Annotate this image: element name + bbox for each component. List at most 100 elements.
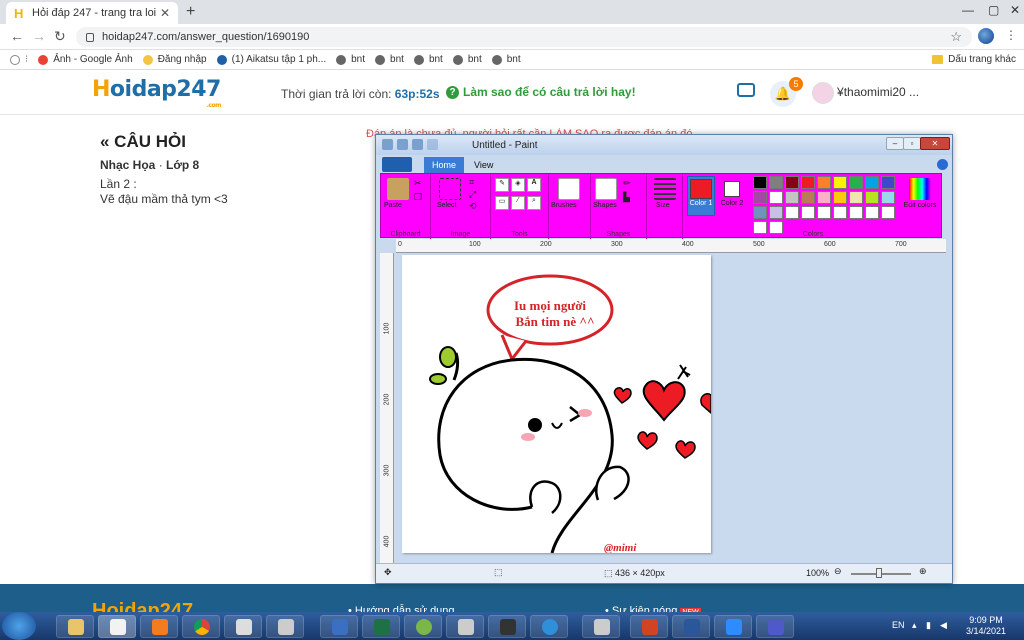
palette-swatch[interactable]	[769, 206, 783, 219]
reload-icon[interactable]: ↻	[54, 28, 66, 45]
bookmark-item[interactable]: bnt	[336, 54, 365, 65]
volume-icon[interactable]: ◀	[940, 620, 947, 631]
fill-bucket-icon[interactable]: ▙	[623, 192, 630, 203]
palette-swatch[interactable]	[753, 191, 767, 204]
edit-colors-button[interactable]: Edit colors	[903, 202, 937, 209]
palette-swatch[interactable]	[833, 176, 847, 189]
palette-swatch[interactable]	[785, 206, 799, 219]
magnifier-icon[interactable]: ⌕	[527, 196, 541, 210]
palette-swatch[interactable]	[817, 206, 831, 219]
shapes-icon[interactable]	[595, 178, 617, 200]
taskbar-app[interactable]	[446, 615, 484, 638]
new-tab-button[interactable]: +	[186, 3, 195, 21]
palette-swatch[interactable]	[753, 176, 767, 189]
user-menu[interactable]: ¥thaomimi20 ...	[837, 85, 919, 99]
drawing-canvas[interactable]: Iu mọi người Bắn tim nè ^^ @mimi	[402, 255, 712, 554]
palette-swatch[interactable]	[817, 191, 831, 204]
shapes-button[interactable]: Shapes	[593, 202, 617, 209]
bookmark-apps[interactable]: ⁝	[10, 54, 28, 65]
bookmark-item[interactable]: bnt	[375, 54, 404, 65]
palette-swatch[interactable]	[865, 176, 879, 189]
paste-button[interactable]: Paste	[384, 202, 402, 209]
palette-swatch[interactable]	[801, 191, 815, 204]
taskbar-paint[interactable]	[98, 615, 136, 638]
brushes-button[interactable]: Brushes	[551, 202, 577, 209]
taskbar-app[interactable]	[582, 615, 620, 638]
other-bookmarks[interactable]: Dấu trang khác	[932, 54, 1016, 65]
taskbar-clock[interactable]: 9:09 PM 3/14/2021	[966, 615, 1006, 637]
select-icon[interactable]	[439, 178, 461, 200]
palette-swatch[interactable]	[785, 176, 799, 189]
paint-file-menu[interactable]	[382, 157, 412, 172]
user-avatar[interactable]	[812, 82, 834, 104]
bookmark-item[interactable]: bnt	[452, 54, 482, 65]
bookmark-item[interactable]: bnt	[413, 54, 443, 65]
bookmark-star-icon[interactable]: ☆	[950, 29, 962, 45]
palette-swatch[interactable]	[833, 206, 847, 219]
paint-maximize-icon[interactable]: ▫	[903, 137, 921, 150]
undo-icon[interactable]	[412, 139, 423, 150]
bookmark-item[interactable]: Ảnh - Google Ảnh	[38, 54, 133, 65]
palette-swatch[interactable]	[849, 206, 863, 219]
site-logo[interactable]: Hoidap247 .com	[92, 77, 221, 109]
maximize-window-icon[interactable]: ▢	[988, 3, 999, 17]
start-button[interactable]	[2, 612, 36, 640]
browser-menu-icon[interactable]: ⋮	[1005, 28, 1017, 42]
zoom-in-icon[interactable]: ⊕	[919, 566, 927, 577]
bookmark-item[interactable]: Đăng nhập	[142, 54, 207, 65]
palette-swatch[interactable]	[785, 191, 799, 204]
tab-home[interactable]: Home	[424, 157, 465, 173]
fill-icon[interactable]: ◈	[511, 178, 525, 192]
url-text[interactable]: hoidap247.com/answer_question/1690190	[102, 31, 950, 43]
palette-swatch[interactable]	[865, 206, 879, 219]
url-omnibox[interactable]: hoidap247.com/answer_question/1690190 ☆	[76, 27, 972, 47]
palette-swatch[interactable]	[849, 191, 863, 204]
palette-swatch[interactable]	[881, 206, 895, 219]
text-icon[interactable]: A	[527, 178, 541, 192]
size-button[interactable]: Size	[656, 202, 670, 209]
paint-minimize-icon[interactable]: –	[886, 137, 904, 150]
palette-swatch[interactable]	[753, 206, 767, 219]
outline-icon[interactable]: ✏	[623, 178, 631, 189]
taskbar-word[interactable]	[672, 615, 710, 638]
paint-app-icon[interactable]	[382, 139, 393, 150]
palette-swatch[interactable]	[801, 206, 815, 219]
edit-colors-icon[interactable]	[909, 178, 931, 200]
bookmark-item[interactable]: (1) Aikatsu tập 1 ph...	[216, 54, 326, 65]
taskbar-powerpoint[interactable]	[630, 615, 668, 638]
taskbar-app[interactable]	[266, 615, 304, 638]
palette-swatch[interactable]	[769, 191, 783, 204]
back-arrow-icon[interactable]: ←	[10, 28, 24, 44]
paste-icon[interactable]	[387, 178, 409, 200]
copy-icon[interactable]: ❐	[414, 192, 422, 203]
howto-link[interactable]: ? Làm sao để có câu trả lời hay!	[446, 85, 636, 99]
taskbar-app[interactable]	[488, 615, 526, 638]
taskbar-chrome[interactable]	[182, 615, 220, 638]
language-indicator[interactable]: EN	[892, 620, 905, 630]
palette-swatch[interactable]	[801, 176, 815, 189]
eraser-icon[interactable]: ▭	[495, 196, 509, 210]
line-size-icon[interactable]	[654, 178, 676, 200]
tray-arrow-icon[interactable]: ▴	[912, 620, 917, 631]
palette-swatch[interactable]	[849, 176, 863, 189]
redo-icon[interactable]	[427, 139, 438, 150]
brush-icon[interactable]	[558, 178, 580, 200]
help-icon[interactable]	[937, 159, 948, 170]
profile-avatar-icon[interactable]	[978, 28, 994, 44]
pencil-icon[interactable]: ✎	[495, 178, 509, 192]
select-button[interactable]: Select	[437, 202, 456, 209]
taskbar-edge[interactable]	[530, 615, 568, 638]
cut-icon[interactable]: ✂	[414, 178, 422, 189]
taskbar-excel[interactable]	[362, 615, 400, 638]
taskbar-zoom[interactable]	[714, 615, 752, 638]
forward-arrow-icon[interactable]: →	[32, 28, 46, 44]
zoom-slider-thumb[interactable]	[876, 568, 882, 578]
resize-icon[interactable]: ⤢	[469, 189, 476, 200]
palette-swatch[interactable]	[817, 176, 831, 189]
taskbar-teams[interactable]	[756, 615, 794, 638]
minimize-window-icon[interactable]: —	[962, 3, 974, 17]
palette-swatch[interactable]	[769, 221, 783, 234]
browser-tab[interactable]: H Hỏi đáp 247 - trang tra loi ✕	[6, 2, 178, 24]
taskbar-app[interactable]	[224, 615, 262, 638]
network-icon[interactable]: ▮	[926, 620, 931, 631]
